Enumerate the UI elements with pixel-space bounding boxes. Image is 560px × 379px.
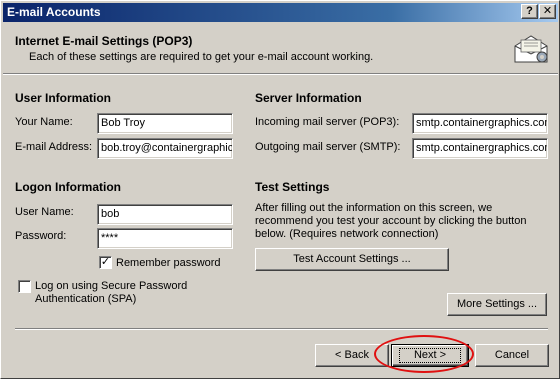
more-settings-button[interactable]: More Settings ...	[447, 293, 547, 316]
footer-divider	[15, 328, 548, 330]
password-label: Password:	[15, 230, 67, 242]
remember-password-label: Remember password	[116, 257, 221, 269]
header-divider	[3, 73, 558, 75]
outgoing-server-field[interactable]: smtp.containergraphics.com	[412, 138, 548, 159]
window-title: E-mail Accounts	[7, 5, 101, 19]
page-subtitle: Each of these settings are required to g…	[29, 51, 374, 63]
password-field[interactable]: ****	[97, 228, 233, 249]
incoming-server-field[interactable]: smtp.containergraphics.com	[412, 113, 548, 134]
email-address-field[interactable]: bob.troy@containergraphics.com	[97, 138, 233, 159]
cancel-button[interactable]: Cancel	[475, 344, 549, 367]
test-description-line1: After filling out the information on thi…	[255, 202, 493, 214]
remember-password-checkbox[interactable]: ✓	[99, 256, 112, 269]
help-button[interactable]: ?	[521, 4, 538, 19]
outgoing-server-label: Outgoing mail server (SMTP):	[255, 141, 401, 153]
email-accounts-dialog: E-mail Accounts ? ✕ Internet E-mail Sett…	[0, 0, 560, 379]
user-name-label: User Name:	[15, 206, 74, 218]
mail-settings-icon	[514, 35, 548, 63]
user-info-title: User Information	[15, 91, 112, 105]
highlight-ellipse	[374, 335, 474, 373]
close-icon: ✕	[542, 5, 553, 17]
checkmark-icon: ✓	[100, 256, 111, 268]
your-name-label: Your Name:	[15, 116, 73, 128]
wizard-header: Internet E-mail Settings (POP3) Each of …	[3, 24, 558, 72]
incoming-server-label: Incoming mail server (POP3):	[255, 116, 400, 128]
close-button[interactable]: ✕	[539, 4, 556, 19]
server-info-title: Server Information	[255, 91, 362, 105]
logon-info-title: Logon Information	[15, 180, 121, 194]
page-title: Internet E-mail Settings (POP3)	[15, 34, 193, 48]
your-name-field[interactable]: Bob Troy	[97, 113, 233, 134]
test-description-line2: recommend you test your account by click…	[255, 215, 527, 227]
help-icon: ?	[526, 5, 533, 17]
title-bar: E-mail Accounts	[3, 3, 558, 22]
test-description-line3: below. (Requires network connection)	[255, 228, 439, 240]
spa-label-line2: Authentication (SPA)	[35, 293, 137, 305]
test-settings-title: Test Settings	[255, 180, 330, 194]
test-account-settings-button[interactable]: Test Account Settings ...	[255, 248, 449, 271]
email-address-label: E-mail Address:	[15, 141, 93, 153]
spa-label-line1: Log on using Secure Password	[35, 280, 188, 292]
user-name-field[interactable]: bob	[97, 204, 233, 225]
spa-checkbox[interactable]	[18, 280, 31, 293]
